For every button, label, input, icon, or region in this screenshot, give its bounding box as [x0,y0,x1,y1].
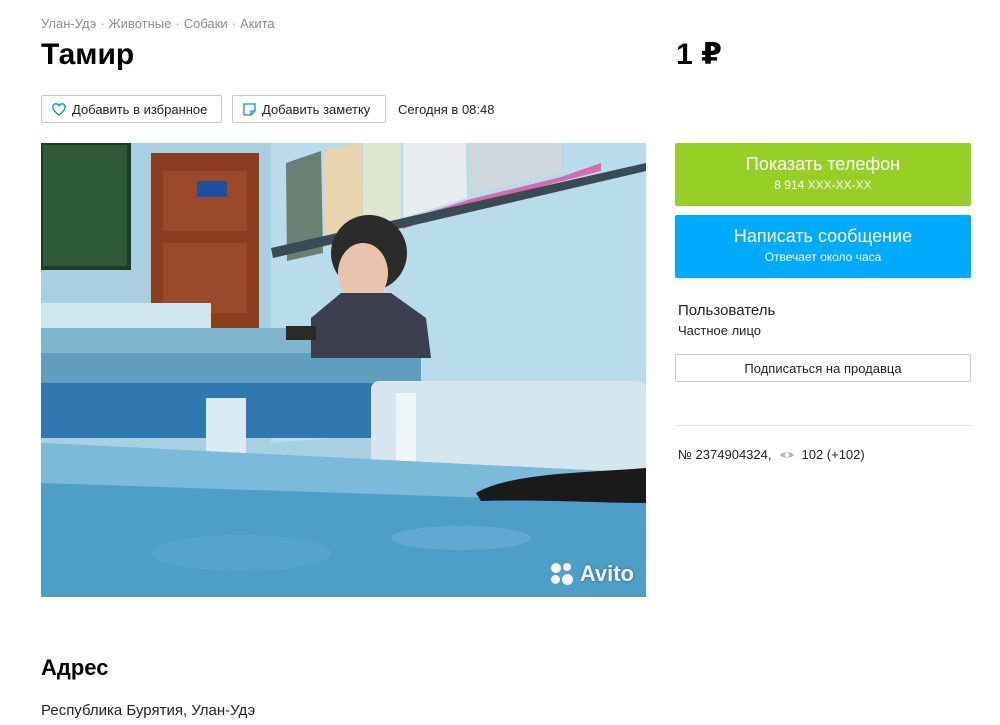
subscribe-seller-label: Подписаться на продавца [744,360,902,376]
show-phone-button[interactable]: Показать телефон 8 914 XXX-XX-XX [675,143,971,206]
eye-icon [780,451,795,458]
note-icon [243,102,256,116]
subscribe-seller-button[interactable]: Подписаться на продавца [675,354,971,382]
listing-price: 1 ₽ [676,38,722,71]
add-to-favorites-label: Добавить в избранное [72,101,208,117]
breadcrumb-item-animals[interactable]: Животные [109,16,172,31]
avito-logo-icon [549,561,575,587]
avito-watermark-text: Avito [579,561,634,586]
response-time-note: Отвечает около часа [764,250,882,264]
breadcrumb-separator: · [175,16,180,31]
listing-stats: № 2374904324, 102 (+102) [678,447,865,462]
add-note-button[interactable]: Добавить заметку [232,95,386,123]
add-note-label: Добавить заметку [262,101,371,117]
address-heading: Адрес [41,655,109,680]
avito-watermark: Avito [549,561,634,587]
photo-illustration [41,143,646,597]
page-title: Тамир [41,38,135,71]
add-to-favorites-button[interactable]: Добавить в избранное [41,95,222,123]
heart-icon [52,102,66,116]
masked-phone-number: 8 914 XXX-XX-XX [774,178,872,192]
breadcrumb-item-city[interactable]: Улан-Удэ [41,16,96,31]
view-count: 102 (+102) [801,447,865,462]
breadcrumb-separator: · [100,16,105,31]
breadcrumb-item-akita[interactable]: Акита [240,16,275,31]
breadcrumb-separator: · [231,16,236,31]
address-text: Республика Бурятия, Улан-Удэ [41,702,256,719]
breadcrumb: Улан-Удэ · Животные · Собаки · Акита [41,16,275,31]
divider [675,425,971,426]
write-message-label: Написать сообщение [733,226,913,246]
ad-number: № 2374904324, [678,447,772,462]
write-message-button[interactable]: Написать сообщение Отвечает около часа [675,215,971,278]
breadcrumb-item-dogs[interactable]: Собаки [184,16,228,31]
seller-type: Частное лицо [678,323,761,338]
posted-time: Сегодня в 08:48 [398,102,495,117]
listing-photo[interactable]: Avito [41,143,646,597]
seller-name[interactable]: Пользователь [678,302,775,319]
show-phone-label: Показать телефон [745,154,901,174]
